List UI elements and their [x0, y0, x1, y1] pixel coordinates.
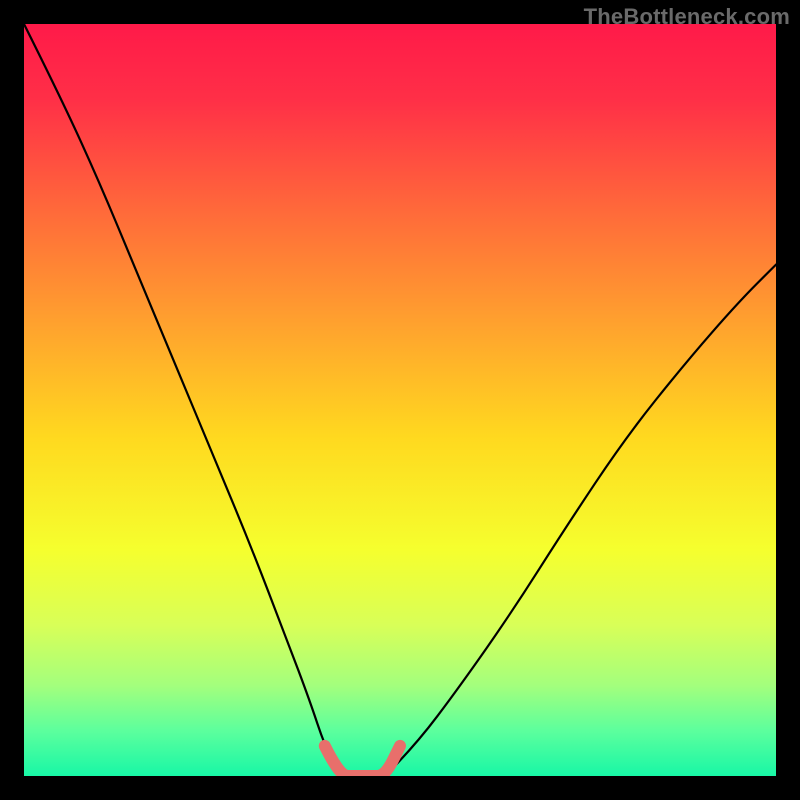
optimal-range-highlight: [325, 746, 400, 776]
plot-area: [24, 24, 776, 776]
curve-left-branch: [24, 24, 340, 776]
chart-frame: TheBottleneck.com: [0, 0, 800, 800]
watermark-text: TheBottleneck.com: [584, 4, 790, 30]
bottleneck-curve: [24, 24, 776, 776]
curve-right-branch: [385, 265, 776, 776]
